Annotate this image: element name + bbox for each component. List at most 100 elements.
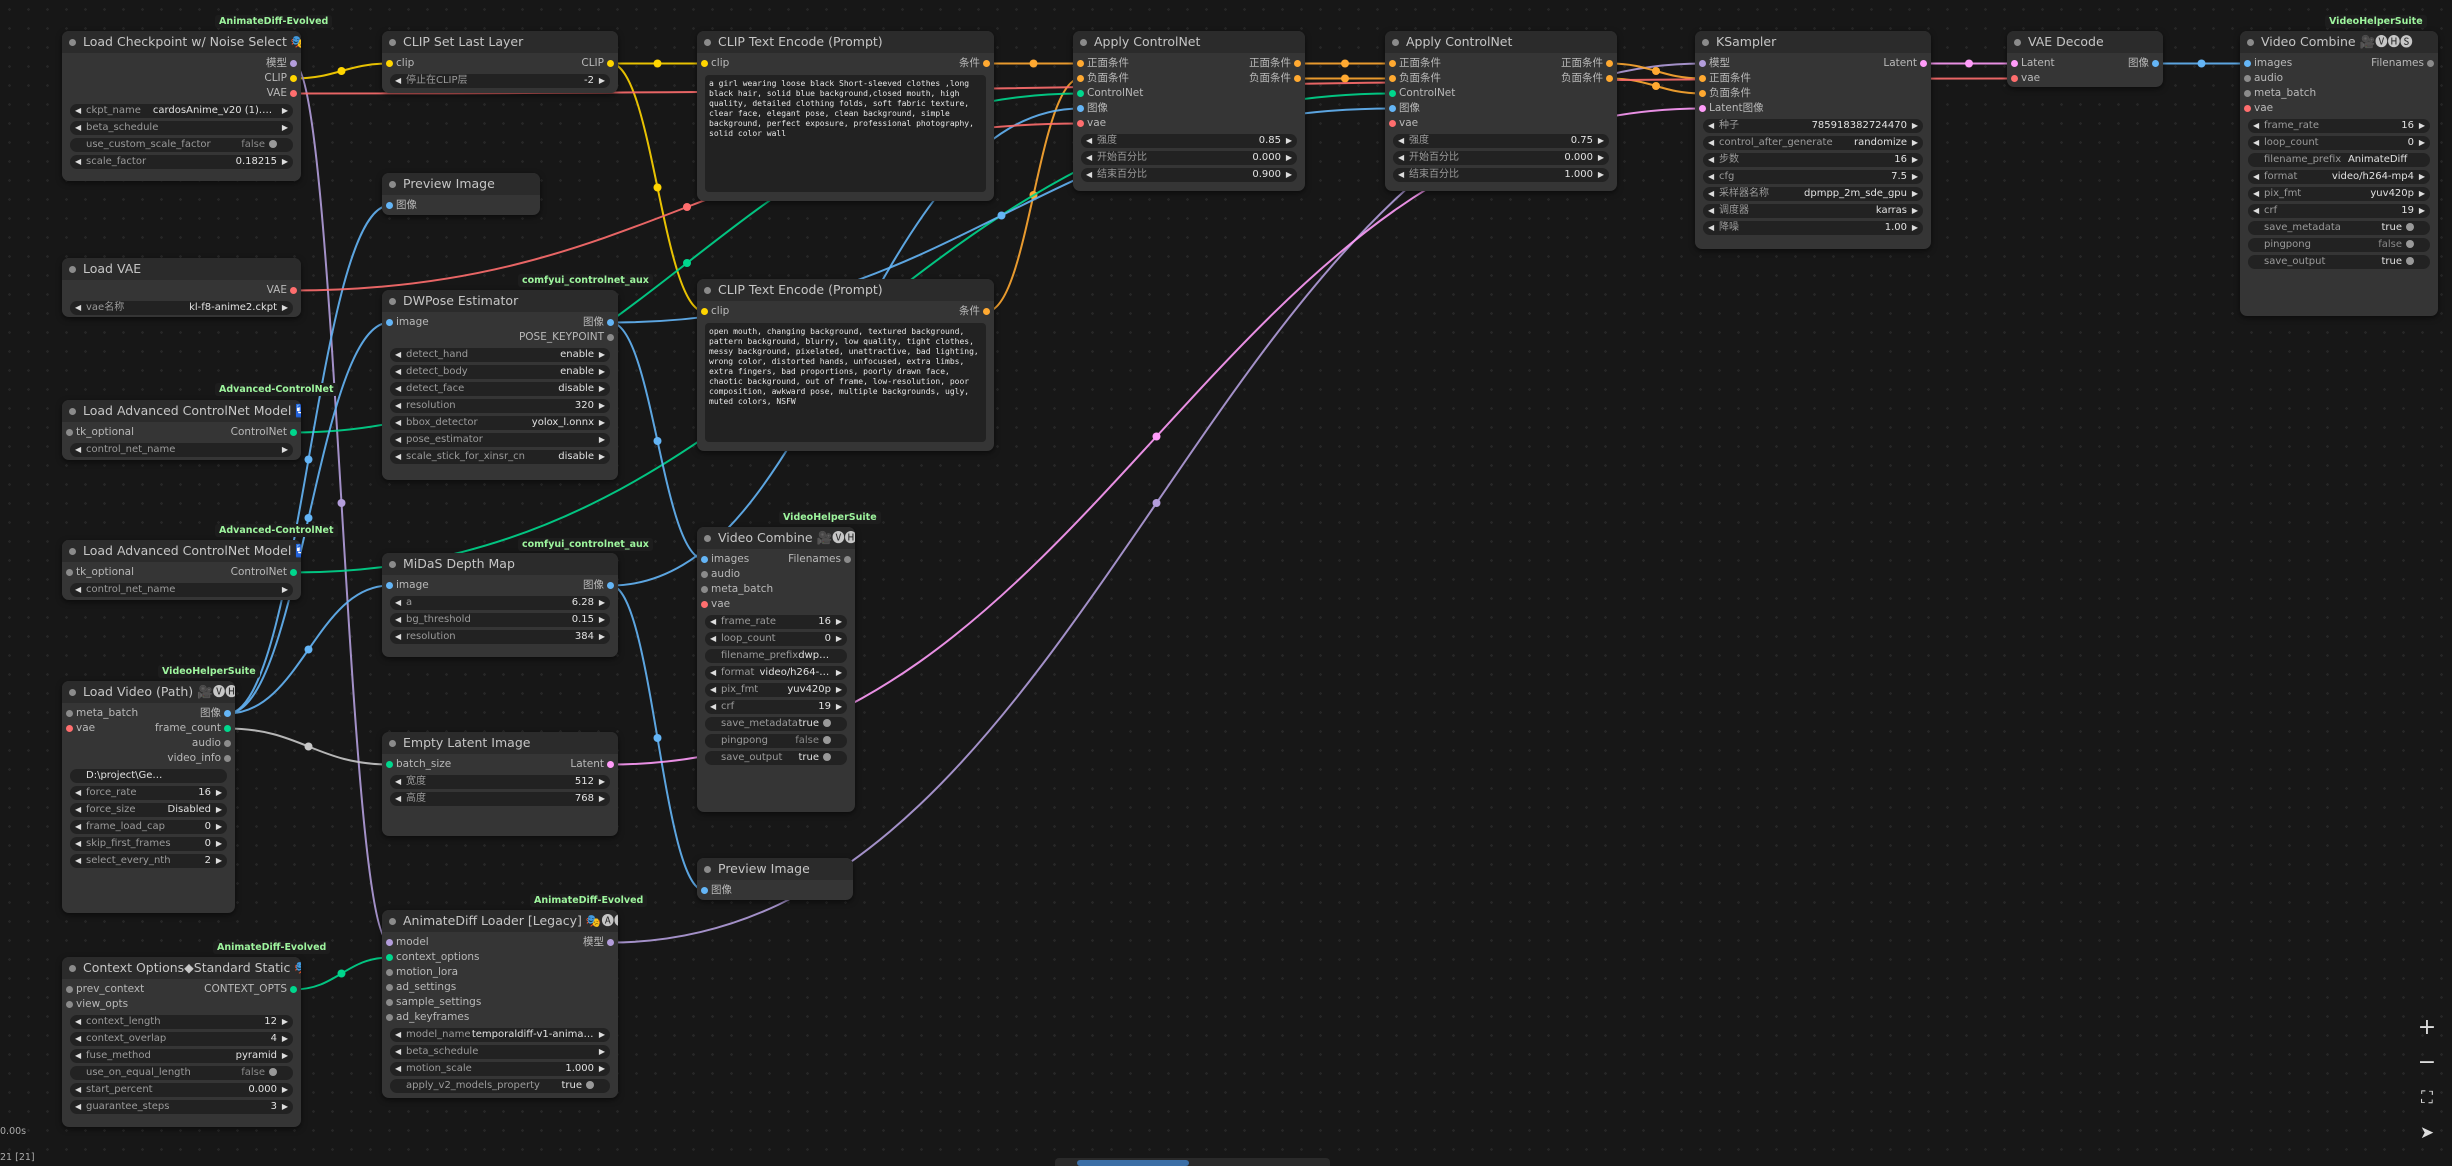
input-slot[interactable]: 图像 xyxy=(386,198,417,213)
input-dot-icon[interactable] xyxy=(386,999,393,1006)
widget-control-net-name[interactable]: control_net_namecontrol_v11p_sd15_ope... xyxy=(70,583,293,597)
node-load-vae[interactable]: Load VAE VAE vae名称 kl-f8-anime2.ckpt xyxy=(62,258,301,317)
output-dot-icon[interactable] xyxy=(1606,75,1613,82)
pointer-icon[interactable]: ➤ xyxy=(2412,1118,2442,1148)
node-ksampler[interactable]: KSampler 模型 Latent 正面条件负面条件 Latent图像种子 785918… xyxy=(1695,31,1931,249)
input-slot[interactable]: vae xyxy=(1077,116,1106,131)
widget-detect-body[interactable]: detect_body enable xyxy=(390,365,610,379)
input-dot-icon[interactable] xyxy=(386,202,393,209)
node-preview-image-1[interactable]: Preview Image 图像 xyxy=(382,173,540,215)
output-slot[interactable]: 正面条件 xyxy=(1249,56,1301,71)
input-slot[interactable]: Latent xyxy=(2011,56,2055,71)
input-slot[interactable]: 图像 xyxy=(701,883,732,898)
output-dot-icon[interactable] xyxy=(290,569,297,576)
input-slot[interactable]: prev_context xyxy=(66,982,144,997)
node-apply-controlnet-2[interactable]: Apply ControlNet 正面条件 正面条件 负面条件 负面条件 ControlN… xyxy=(1385,31,1617,191)
wire-midpoint-dot[interactable] xyxy=(304,455,313,464)
output-dot-icon[interactable] xyxy=(607,60,614,67)
widget-use-custom-scale-factor[interactable]: use_custom_scale_factor false xyxy=(70,138,293,152)
widget-start-percent[interactable]: start_percent 0.000 xyxy=(70,1083,293,1097)
zoom-out-button[interactable]: − xyxy=(2412,1048,2442,1078)
input-dot-icon[interactable] xyxy=(66,569,73,576)
input-slot[interactable]: meta_batch xyxy=(2244,86,2316,101)
input-slot[interactable]: 图像 xyxy=(1389,101,1420,116)
widget--[interactable]: 开始百分比 0.000 xyxy=(1081,151,1297,165)
widget-resolution[interactable]: resolution 384 xyxy=(390,630,610,644)
node-load-advanced-controlnet-1[interactable]: Load Advanced ControlNet Model 🛂🅐🅒🅝 tk_op… xyxy=(62,400,301,460)
wire-midpoint-dot[interactable] xyxy=(1341,74,1349,83)
input-slot[interactable]: vae xyxy=(2244,101,2273,116)
node-load-video-path[interactable]: Load Video (Path) 🎥🅥🅗🅢 meta_batch 图像 vae fra… xyxy=(62,681,235,913)
input-dot-icon[interactable] xyxy=(701,571,708,578)
node-title[interactable]: CLIP Text Encode (Prompt) xyxy=(697,279,994,301)
node-title[interactable]: VAE Decode xyxy=(2007,31,2163,53)
input-dot-icon[interactable] xyxy=(1699,60,1706,67)
input-dot-icon[interactable] xyxy=(1389,90,1396,97)
input-dot-icon[interactable] xyxy=(701,308,708,315)
node-video-combine-final[interactable]: Video Combine 🎥🅥🅗🅢 images Filenames audio me… xyxy=(2240,31,2438,316)
wire-midpoint-dot[interactable] xyxy=(653,437,662,445)
node-clip-text-encode-positive[interactable]: CLIP Text Encode (Prompt) clip 条件 a girl we… xyxy=(697,31,994,201)
node-title[interactable]: Load Checkpoint w/ Noise Select 🎭🅐🅓 xyxy=(62,31,301,53)
output-dot-icon[interactable] xyxy=(2427,60,2434,67)
output-dot-icon[interactable] xyxy=(1294,60,1301,67)
widget--[interactable]: 步数 16 xyxy=(1703,153,1923,167)
widget-resolution[interactable]: resolution 320 xyxy=(390,399,610,413)
input-slot[interactable]: context_options xyxy=(386,950,480,965)
output-dot-icon[interactable] xyxy=(224,725,231,732)
output-slot[interactable]: 模型 xyxy=(266,56,297,71)
node-title[interactable]: CLIP Set Last Layer xyxy=(382,31,618,53)
widget-model-name[interactable]: model_nametemporaldiff-v1-animatediff... xyxy=(390,1028,610,1042)
node-preview-image-2[interactable]: Preview Image 图像 xyxy=(697,858,853,900)
node-title[interactable]: Load Advanced ControlNet Model 🛂🅐🅒🅝 xyxy=(62,540,301,562)
output-dot-icon[interactable] xyxy=(1294,75,1301,82)
input-dot-icon[interactable] xyxy=(2244,105,2251,112)
zoom-in-button[interactable]: + xyxy=(2412,1013,2442,1043)
output-dot-icon[interactable] xyxy=(1920,60,1927,67)
node-midas-depth-map[interactable]: MiDaS Depth Map image 图像 a 6.28 bg_threshold 0… xyxy=(382,553,618,657)
node-title[interactable]: Load VAE xyxy=(62,258,301,280)
input-dot-icon[interactable] xyxy=(386,939,393,946)
input-slot[interactable]: vae xyxy=(2011,71,2040,86)
widget-apply-v2-models-property[interactable]: apply_v2_models_property true xyxy=(390,1079,610,1093)
widget-save-metadata[interactable]: save_metadata true xyxy=(705,717,847,731)
wire-midpoint-dot[interactable] xyxy=(683,203,691,211)
output-slot[interactable]: frame_count xyxy=(155,721,231,736)
prompt-textarea[interactable]: a girl wearing loose black Short-sleeved… xyxy=(705,75,986,192)
input-slot[interactable]: tk_optional xyxy=(66,425,134,440)
node-context-options[interactable]: Context Options◆Standard Static 🎭🅐🅓 prev_… xyxy=(62,957,301,1127)
widget-control-net-name[interactable]: control_net_namecontrol_depth-fp16.safet… xyxy=(70,443,293,457)
output-dot-icon[interactable] xyxy=(224,710,231,717)
output-dot-icon[interactable] xyxy=(2152,60,2159,67)
widget--[interactable]: 采样器名称 dpmpp_2m_sde_gpu xyxy=(1703,187,1923,201)
input-dot-icon[interactable] xyxy=(386,954,393,961)
output-slot[interactable]: Latent xyxy=(570,757,614,772)
input-dot-icon[interactable] xyxy=(66,710,73,717)
widget-vae-[interactable]: vae名称 kl-f8-anime2.ckpt xyxy=(70,301,293,315)
widget-guarantee-steps[interactable]: guarantee_steps 3 xyxy=(70,1100,293,1114)
output-dot-icon[interactable] xyxy=(290,90,297,97)
output-dot-icon[interactable] xyxy=(607,334,614,341)
input-slot[interactable]: ControlNet xyxy=(1389,86,1455,101)
widget--[interactable]: 宽度 512 xyxy=(390,775,610,789)
output-slot[interactable]: 图像 xyxy=(200,706,231,721)
node-title[interactable]: Apply ControlNet xyxy=(1073,31,1305,53)
widget-force-rate[interactable]: force_rate 16 xyxy=(70,786,227,800)
node-empty-latent-image[interactable]: Empty Latent Image batch_size Latent 宽度 512 高… xyxy=(382,732,618,836)
node-title[interactable]: Preview Image xyxy=(697,858,853,880)
widget-context-length[interactable]: context_length 12 xyxy=(70,1015,293,1029)
output-slot[interactable]: audio xyxy=(192,736,231,751)
node-clip-text-encode-negative[interactable]: CLIP Text Encode (Prompt) clip 条件 open mout… xyxy=(697,279,994,451)
widget-pose-estimator[interactable]: pose_estimatordw-ll_ucoco_384_bs5.to... xyxy=(390,433,610,447)
input-dot-icon[interactable] xyxy=(386,761,393,768)
widget-use-on-equal-length[interactable]: use_on_equal_length false xyxy=(70,1066,293,1080)
input-dot-icon[interactable] xyxy=(701,601,708,608)
input-slot[interactable]: sample_settings xyxy=(386,995,481,1010)
output-slot[interactable]: video_info xyxy=(167,751,231,766)
input-dot-icon[interactable] xyxy=(2244,75,2251,82)
widget-fuse-method[interactable]: fuse_method pyramid xyxy=(70,1049,293,1063)
widget--[interactable]: 强度 0.85 xyxy=(1081,134,1297,148)
widget-detect-face[interactable]: detect_face disable xyxy=(390,382,610,396)
output-dot-icon[interactable] xyxy=(983,308,990,315)
input-dot-icon[interactable] xyxy=(386,1014,393,1021)
